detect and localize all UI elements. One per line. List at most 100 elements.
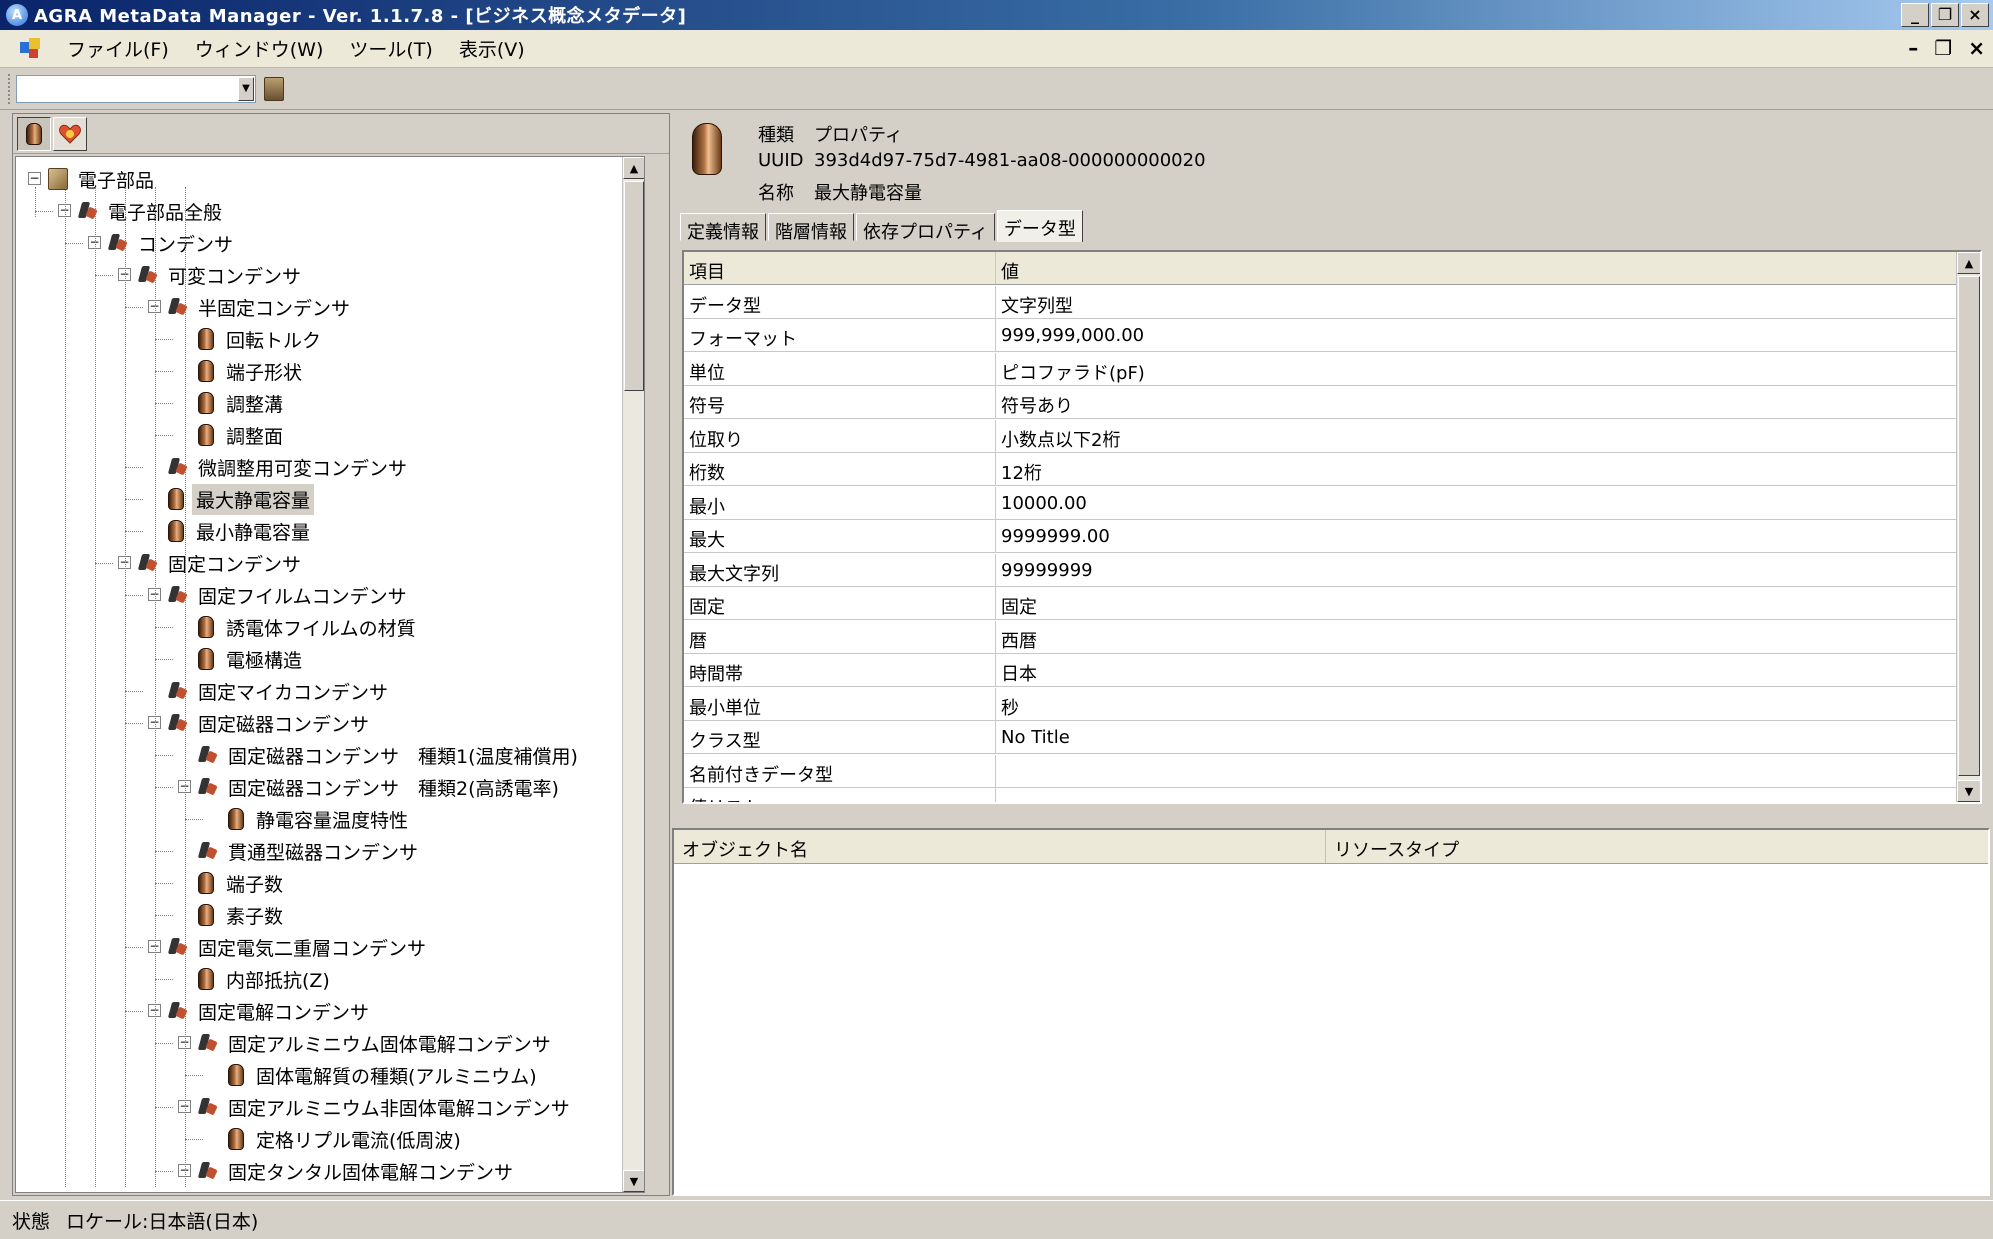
toolbar-grip[interactable] bbox=[8, 73, 12, 104]
grid-row[interactable]: 最小単位秒 bbox=[684, 687, 1959, 721]
collapse-icon[interactable]: − bbox=[28, 172, 41, 185]
grid-cell-value[interactable]: No Title bbox=[996, 721, 1959, 753]
grid-cell-value[interactable]: 日本 bbox=[996, 654, 1959, 686]
book-icon[interactable] bbox=[264, 76, 284, 101]
tree-node[interactable]: 微調整用可変コンデンサ bbox=[168, 451, 411, 483]
tree-node[interactable]: 固定磁器コンデンサ bbox=[168, 707, 373, 739]
grid-scrollbar[interactable]: ▲ ▼ bbox=[1956, 252, 1980, 802]
category-tree[interactable]: ▲ ▼ 電子部品 − 電子部品全般 − コンデンサ − 可変コンデンサ − 半固定コンデンサ − 回… bbox=[15, 156, 645, 1193]
tree-node[interactable]: 電子部品全般 bbox=[78, 195, 226, 227]
tree-node[interactable]: 端子形状 bbox=[198, 355, 306, 387]
menu-file[interactable]: ファイル(F) bbox=[54, 35, 182, 62]
tree-node[interactable]: 固体電解質の種類(アルミニウム) bbox=[228, 1059, 541, 1091]
restore-button[interactable]: ❐ bbox=[1931, 3, 1959, 27]
grid-cell-value[interactable]: 12桁 bbox=[996, 453, 1959, 485]
grid-row[interactable]: データ型 文字列型 bbox=[684, 285, 1959, 319]
mdi-close-button[interactable]: × bbox=[1968, 36, 1985, 60]
resource-type-column[interactable]: リソースタイプ bbox=[1326, 830, 1988, 863]
chevron-down-icon[interactable]: ▼ bbox=[238, 76, 254, 101]
scroll-down-icon[interactable]: ▼ bbox=[623, 1170, 644, 1192]
tree-node[interactable]: 誘電体フイルムの材質 bbox=[198, 611, 420, 643]
tree-node[interactable]: 調整溝 bbox=[198, 387, 287, 419]
tree-node[interactable]: 固定アルミニウム固体電解コンデンサ bbox=[198, 1027, 555, 1059]
grid-header-item[interactable]: 項目 bbox=[684, 252, 996, 284]
tab-data-type[interactable]: データ型 bbox=[996, 210, 1083, 242]
grid-row[interactable]: 固定 固定 bbox=[684, 587, 1959, 620]
minimize-button[interactable]: _ bbox=[1901, 3, 1929, 27]
tree-node[interactable]: 素子数 bbox=[198, 899, 287, 931]
tree-scrollbar[interactable]: ▲ ▼ bbox=[622, 157, 644, 1192]
menu-window[interactable]: ウィンドウ(W) bbox=[182, 35, 337, 62]
tree-node[interactable]: 静電容量温度特性 bbox=[228, 803, 412, 835]
grid-row[interactable]: クラス型 No Title bbox=[684, 721, 1959, 754]
scroll-thumb[interactable] bbox=[1958, 276, 1980, 776]
tree-node[interactable]: 回転トルク bbox=[198, 323, 325, 355]
grid-row[interactable]: 値リスト bbox=[684, 788, 1959, 802]
grid-cell-value[interactable]: 秒 bbox=[996, 688, 1959, 720]
tree-node[interactable]: 固定マイカコンデンサ bbox=[168, 675, 392, 707]
grid-header-value[interactable]: 値 bbox=[996, 252, 1959, 284]
tab-dependent-properties[interactable]: 依存プロパティ bbox=[856, 213, 995, 243]
tree-node[interactable]: 固定タンタル固体電解コンデンサ bbox=[198, 1155, 517, 1187]
menu-tools[interactable]: ツール(T) bbox=[336, 35, 445, 62]
grid-cell-value[interactable]: 文字列型 bbox=[996, 286, 1959, 318]
tree-node[interactable]: 固定磁器コンデンサ 種類1(温度補償用) bbox=[198, 739, 582, 771]
tree-node[interactable]: 最大静電容量 bbox=[168, 483, 315, 515]
tab-hierarchy[interactable]: 階層情報 bbox=[768, 213, 854, 243]
tree-node[interactable]: コンデンサ bbox=[108, 227, 237, 259]
grid-cell-value[interactable]: 符号あり bbox=[996, 386, 1959, 418]
tree-node[interactable]: 固定アルミニウム非固体電解コンデンサ bbox=[198, 1091, 574, 1123]
mdi-restore-button[interactable]: ❐ bbox=[1934, 36, 1952, 60]
toolbar-combo[interactable]: ▼ bbox=[16, 74, 256, 103]
tree-node[interactable]: 可変コンデンサ bbox=[138, 259, 305, 291]
grid-cell-value[interactable]: 西暦 bbox=[996, 621, 1959, 653]
tree-node[interactable]: 固定電気二重層コンデンサ bbox=[168, 931, 430, 963]
grid-row[interactable]: 名前付きデータ型 bbox=[684, 754, 1959, 788]
grid-cell-value[interactable]: ピコファラド(pF) bbox=[996, 353, 1959, 385]
tree-node[interactable]: 調整面 bbox=[198, 419, 287, 451]
grid-cell-value[interactable]: 小数点以下2桁 bbox=[996, 420, 1959, 452]
close-button[interactable]: × bbox=[1961, 3, 1989, 27]
menu-view[interactable]: 表示(V) bbox=[446, 35, 538, 62]
scroll-thumb[interactable] bbox=[624, 181, 644, 391]
tree-node[interactable]: 定格リプル電流(低周波) bbox=[228, 1123, 465, 1155]
grid-cell-value[interactable]: 9999999.00 bbox=[996, 520, 1959, 552]
scroll-down-icon[interactable]: ▼ bbox=[1957, 780, 1980, 802]
scroll-up-icon[interactable]: ▲ bbox=[1957, 252, 1980, 274]
grid-row[interactable]: 符号 符号あり bbox=[684, 386, 1959, 419]
grid-row[interactable]: 最小 10000.00 bbox=[684, 486, 1959, 520]
scroll-up-icon[interactable]: ▲ bbox=[623, 157, 644, 179]
grid-row[interactable]: 暦西暦 bbox=[684, 620, 1959, 654]
grid-cell-value[interactable] bbox=[996, 788, 1959, 802]
grid-row[interactable]: 時間帯 日本 bbox=[684, 654, 1959, 687]
grid-row[interactable]: 桁数 12桁 bbox=[684, 453, 1959, 486]
tree-node[interactable]: 電極構造 bbox=[198, 643, 306, 675]
property-view-button[interactable] bbox=[17, 116, 51, 151]
tree-node[interactable]: 固定フイルムコンデンサ bbox=[168, 579, 411, 611]
tree-node[interactable]: 固定電解コンデンサ bbox=[168, 995, 373, 1027]
tree-node[interactable]: 中芯ヒューズの有無 bbox=[228, 1187, 430, 1192]
grid-row[interactable]: 最大文字列 99999999 bbox=[684, 553, 1959, 587]
tree-node[interactable]: 端子数 bbox=[198, 867, 287, 899]
grid-cell-value[interactable]: 固定 bbox=[996, 587, 1959, 619]
tab-definition[interactable]: 定義情報 bbox=[680, 213, 766, 243]
tree-node[interactable]: 内部抵抗(Z) bbox=[198, 963, 334, 995]
tree-node[interactable]: 固定磁器コンデンサ 種類2(高誘電率) bbox=[198, 771, 563, 803]
tree-node[interactable]: 半固定コンデンサ bbox=[168, 291, 354, 323]
tree-node[interactable]: 固定コンデンサ bbox=[138, 547, 305, 579]
mdi-minimize-button[interactable]: – bbox=[1908, 36, 1918, 60]
grid-cell-value[interactable]: 99999999 bbox=[996, 554, 1959, 586]
object-list[interactable]: オブジェクト名 リソースタイプ bbox=[672, 828, 1990, 1196]
grid-cell-value[interactable] bbox=[996, 755, 1959, 787]
grid-row[interactable]: 位取り 小数点以下2桁 bbox=[684, 419, 1959, 453]
grid-cell-value[interactable]: 999,999,000.00 bbox=[996, 319, 1959, 351]
grid-cell-value[interactable]: 10000.00 bbox=[996, 487, 1959, 519]
tree-node[interactable]: 最小静電容量 bbox=[168, 515, 314, 547]
object-name-column[interactable]: オブジェクト名 bbox=[674, 830, 1326, 863]
grid-row[interactable]: フォーマット 999,999,000.00 bbox=[684, 319, 1959, 352]
grid-row[interactable]: 単位 ピコファラド(pF) bbox=[684, 352, 1959, 386]
favorite-view-button[interactable] bbox=[53, 116, 87, 151]
tree-node[interactable]: 貫通型磁器コンデンサ bbox=[198, 835, 422, 867]
grid-row[interactable]: 最大 9999999.00 bbox=[684, 520, 1959, 553]
mdi-document-icon[interactable] bbox=[20, 37, 42, 60]
